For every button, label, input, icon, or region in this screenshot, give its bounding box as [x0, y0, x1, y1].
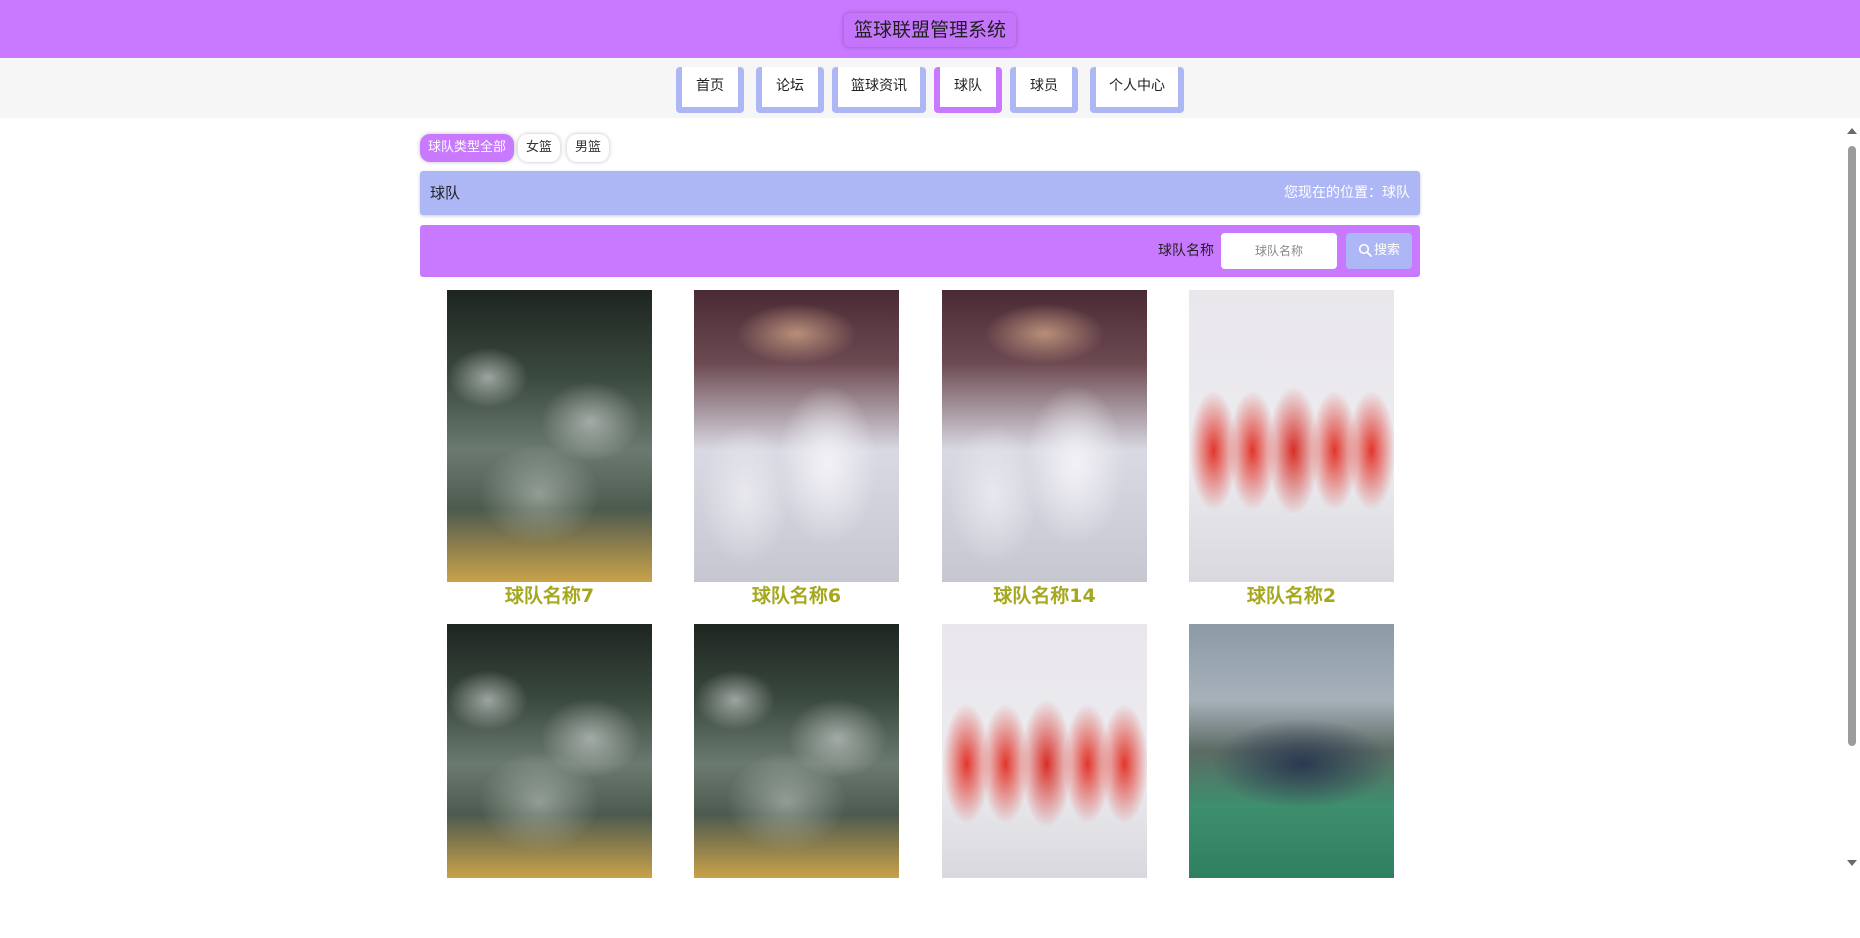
team-photo[interactable] [694, 290, 899, 582]
scroll-up-icon[interactable] [1847, 128, 1857, 134]
filter-all-types[interactable]: 球队类型全部 [420, 134, 515, 162]
team-name[interactable]: 球队名称7 [447, 582, 652, 610]
filter-womens[interactable]: 女篮 [518, 134, 561, 162]
nav-item-players[interactable]: 球员 [1010, 67, 1078, 113]
nav-item-profile[interactable]: 个人中心 [1090, 67, 1184, 113]
search-button[interactable]: 搜索 [1346, 233, 1412, 269]
team-name[interactable]: 球队名称14 [942, 582, 1147, 610]
search-button-label: 搜索 [1373, 243, 1400, 258]
vertical-scrollbar[interactable] [1844, 124, 1860, 878]
nav-item-news[interactable]: 篮球资讯 [832, 67, 926, 113]
search-label: 球队名称 [1158, 243, 1214, 259]
team-photo[interactable] [942, 624, 1147, 878]
top-header: 篮球联盟管理系统 [0, 0, 1860, 58]
nav-item-teams[interactable]: 球队 [934, 67, 1002, 113]
scroll-down-icon[interactable] [1847, 860, 1857, 866]
breadcrumb: 您现在的位置：球队 [1284, 185, 1410, 201]
filter-mens[interactable]: 男篮 [567, 134, 610, 162]
team-name[interactable]: 球队名称2 [1189, 582, 1394, 610]
section-header: 球队 您现在的位置：球队 [420, 171, 1420, 215]
nav-item-forum[interactable]: 论坛 [756, 67, 824, 113]
main-nav: 首页 论坛 篮球资讯 球队 球员 个人中心 [0, 58, 1860, 118]
nav-item-home[interactable]: 首页 [676, 67, 744, 113]
team-name-search-input[interactable] [1221, 233, 1337, 269]
team-photo[interactable] [1189, 624, 1394, 878]
team-photo[interactable] [1189, 290, 1394, 582]
scroll-thumb[interactable] [1848, 146, 1856, 746]
search-icon [1358, 243, 1372, 257]
team-photo[interactable] [694, 624, 899, 878]
team-name[interactable]: 球队名称6 [694, 582, 899, 610]
team-photo[interactable] [942, 290, 1147, 582]
site-title: 篮球联盟管理系统 [843, 13, 1017, 47]
search-bar: 球队名称 搜索 [420, 225, 1420, 277]
section-title: 球队 [430, 184, 461, 202]
team-photo[interactable] [447, 624, 652, 878]
team-photo[interactable] [447, 290, 652, 582]
